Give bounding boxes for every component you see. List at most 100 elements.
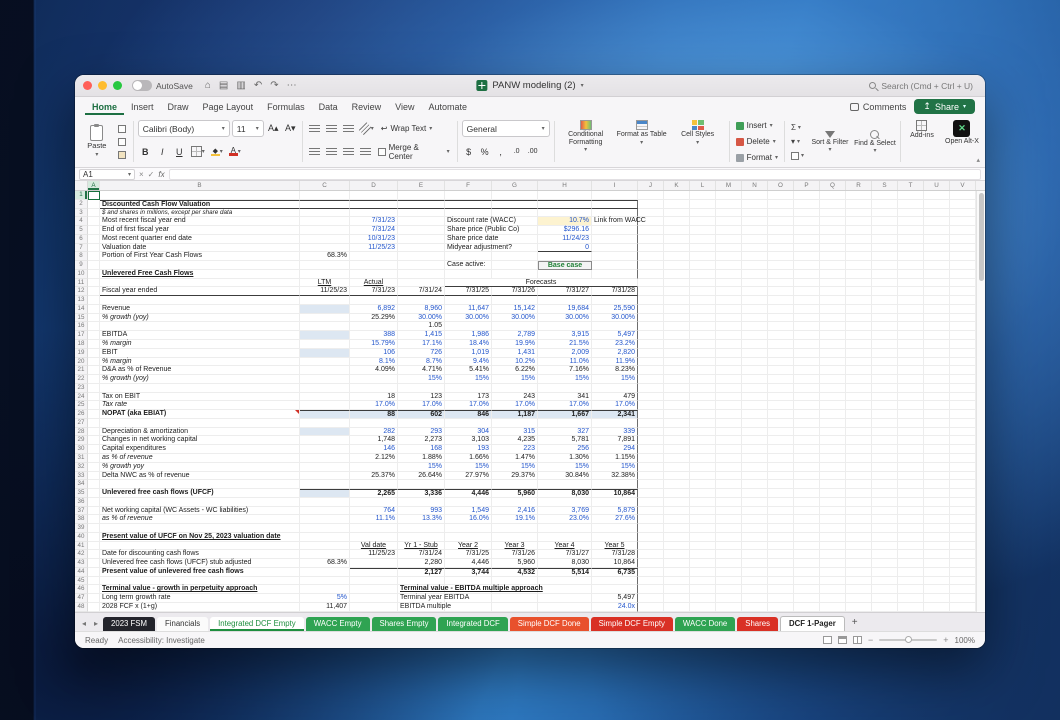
cell-O9[interactable] [768, 261, 794, 270]
cell-C43[interactable]: 68.3% [300, 559, 350, 568]
cell-E12[interactable]: 7/31/24 [398, 287, 445, 296]
cell-T45[interactable] [898, 577, 924, 586]
cell-Q42[interactable] [820, 550, 846, 559]
cell-C19[interactable] [300, 349, 350, 358]
cell-I47[interactable]: 5,497 [592, 594, 638, 603]
cell-C3[interactable] [300, 209, 350, 218]
cell-K14[interactable] [664, 305, 690, 314]
cell-E18[interactable]: 17.1% [398, 340, 445, 349]
row-header-11[interactable]: 11 [75, 279, 88, 288]
cell-T14[interactable] [898, 305, 924, 314]
cell-S34[interactable] [872, 480, 898, 489]
cell-Q46[interactable] [820, 585, 846, 594]
cell-K39[interactable] [664, 524, 690, 533]
cell-J46[interactable] [638, 585, 664, 594]
cell-T43[interactable] [898, 559, 924, 568]
cell-Q3[interactable] [820, 209, 846, 218]
cell-O4[interactable] [768, 217, 794, 226]
cell-A12[interactable] [88, 287, 100, 296]
cell-I37[interactable]: 5,879 [592, 507, 638, 516]
cell-R29[interactable] [846, 436, 872, 445]
cell-L17[interactable] [690, 331, 716, 340]
cell-S29[interactable] [872, 436, 898, 445]
cell-F23[interactable] [445, 384, 492, 393]
cell-Q5[interactable] [820, 226, 846, 235]
cell-V42[interactable] [950, 550, 976, 559]
cell-B34[interactable] [100, 480, 300, 489]
cell-D36[interactable] [350, 498, 398, 507]
cell-H13[interactable] [538, 296, 592, 305]
accounting-format-button[interactable]: $ [462, 147, 476, 157]
cell-P36[interactable] [794, 498, 820, 507]
cell-N44[interactable] [742, 568, 768, 577]
ribbon-tab-page-layout[interactable]: Page Layout [196, 100, 261, 115]
cell-U38[interactable] [924, 515, 950, 524]
cell-Q48[interactable] [820, 603, 846, 612]
cell-H17[interactable]: 3,915 [538, 331, 592, 340]
cell-M22[interactable] [716, 375, 742, 384]
cell-B24[interactable]: Tax on EBIT [100, 393, 300, 402]
cell-H30[interactable]: 256 [538, 445, 592, 454]
cell-P42[interactable] [794, 550, 820, 559]
cell-V39[interactable] [950, 524, 976, 533]
cell-I27[interactable] [592, 419, 638, 428]
cell-R20[interactable] [846, 358, 872, 367]
cell-E1[interactable] [398, 191, 445, 200]
cell-V30[interactable] [950, 445, 976, 454]
cell-V12[interactable] [950, 287, 976, 296]
cell-N1[interactable] [742, 191, 768, 200]
merge-center-button[interactable]: Merge & Center▾ [375, 144, 453, 160]
cell-Q18[interactable] [820, 340, 846, 349]
cell-S16[interactable] [872, 322, 898, 331]
cell-Q20[interactable] [820, 358, 846, 367]
cell-J7[interactable] [638, 244, 664, 253]
cell-D7[interactable]: 11/25/23 [350, 244, 398, 253]
cell-V21[interactable] [950, 366, 976, 375]
font-color-button[interactable]: A▾ [227, 143, 243, 160]
maximize-window-icon[interactable] [113, 81, 122, 90]
row-header-24[interactable]: 24 [75, 393, 88, 402]
cell-O28[interactable] [768, 428, 794, 437]
cell-B19[interactable]: EBIT [100, 349, 300, 358]
cell-D38[interactable]: 11.1% [350, 515, 398, 524]
cell-K3[interactable] [664, 209, 690, 218]
cell-A16[interactable] [88, 322, 100, 331]
row-header-26[interactable]: 26 [75, 410, 88, 419]
row-header-12[interactable]: 12 [75, 287, 88, 296]
percent-format-button[interactable]: % [478, 147, 492, 157]
column-header-U[interactable]: U [924, 181, 950, 190]
decrease-font-button[interactable]: A▾ [283, 120, 298, 137]
cell-J1[interactable] [638, 191, 664, 200]
row-header-33[interactable]: 33 [75, 472, 88, 481]
cell-A14[interactable] [88, 305, 100, 314]
cell-O12[interactable] [768, 287, 794, 296]
cell-V8[interactable] [950, 252, 976, 261]
cell-N38[interactable] [742, 515, 768, 524]
cell-A44[interactable] [88, 568, 100, 577]
cell-U1[interactable] [924, 191, 950, 200]
cell-A48[interactable] [88, 603, 100, 612]
cell-A28[interactable] [88, 428, 100, 437]
row-header-31[interactable]: 31 [75, 454, 88, 463]
cell-N46[interactable] [742, 585, 768, 594]
cell-U6[interactable] [924, 235, 950, 244]
cell-K2[interactable] [664, 200, 690, 209]
column-header-D[interactable]: D [350, 181, 398, 190]
cell-P18[interactable] [794, 340, 820, 349]
cell-T16[interactable] [898, 322, 924, 331]
row-header-45[interactable]: 45 [75, 577, 88, 586]
cell-K13[interactable] [664, 296, 690, 305]
cell-K47[interactable] [664, 594, 690, 603]
cell-A10[interactable] [88, 270, 100, 279]
cell-U13[interactable] [924, 296, 950, 305]
row-header-14[interactable]: 14 [75, 305, 88, 314]
cell-U34[interactable] [924, 480, 950, 489]
cell-N29[interactable] [742, 436, 768, 445]
cell-J21[interactable] [638, 366, 664, 375]
cell-K5[interactable] [664, 226, 690, 235]
row-header-42[interactable]: 42 [75, 550, 88, 559]
sheet-tab-scroll-left-icon[interactable]: ◂ [79, 619, 89, 631]
cell-B8[interactable]: Portion of First Year Cash Flows [100, 252, 300, 261]
cell-H6[interactable]: 11/24/23 [538, 235, 592, 244]
cell-H47[interactable] [538, 594, 592, 603]
